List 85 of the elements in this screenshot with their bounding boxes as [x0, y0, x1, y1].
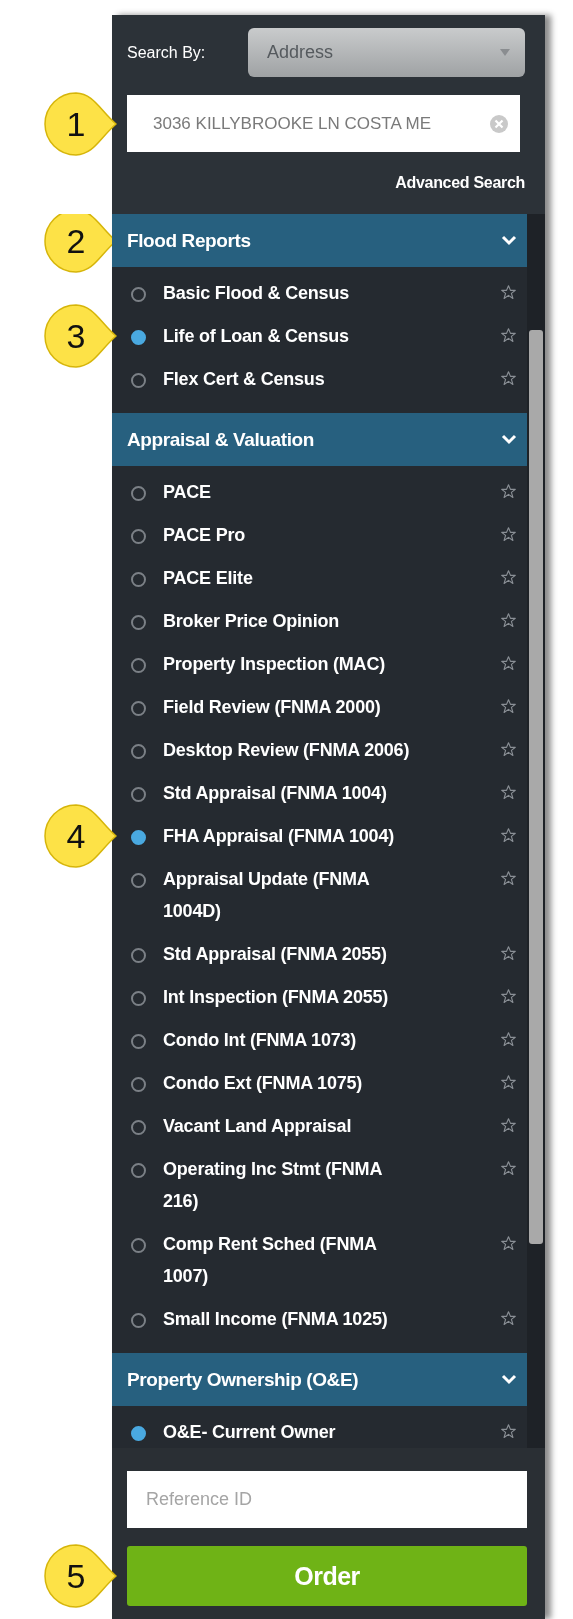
star-icon[interactable]	[500, 869, 517, 887]
product-option-label[interactable]: Condo Int (FNMA 1073)	[163, 1023, 415, 1056]
search-by-label: Search By:	[127, 43, 207, 62]
product-option-label[interactable]: Condo Ext (FNMA 1075)	[163, 1066, 415, 1099]
product-option-label[interactable]: Int Inspection (FNMA 2055)	[163, 980, 415, 1013]
radio-button[interactable]	[131, 743, 146, 759]
star-icon[interactable]	[500, 1309, 517, 1327]
product-option-label[interactable]: Life of Loan & Census	[163, 319, 415, 352]
search-by-dropdown[interactable]: Address	[248, 28, 525, 77]
address-search-field[interactable]: 3036 KILLYBROOKE LN COSTA ME	[127, 95, 520, 152]
star-icon[interactable]	[500, 987, 517, 1005]
radio-button[interactable]	[131, 1119, 146, 1135]
product-option-label[interactable]: Flex Cert & Census	[163, 362, 415, 395]
radio-button[interactable]	[131, 1076, 146, 1092]
star-icon[interactable]	[500, 1159, 517, 1177]
chevron-icon	[501, 235, 517, 246]
radio-button[interactable]	[131, 786, 146, 802]
section-header[interactable]: Flood Reports	[112, 214, 527, 267]
product-option-label[interactable]: Operating Inc Stmt (FNMA 216)	[163, 1152, 415, 1217]
star-icon[interactable]	[500, 525, 517, 543]
product-option-label[interactable]: Small Income (FNMA 1025)	[163, 1302, 415, 1335]
radio-button[interactable]	[131, 990, 146, 1006]
product-option-label[interactable]: Broker Price Opinion	[163, 604, 415, 637]
star-icon[interactable]	[500, 697, 517, 715]
radio-button[interactable]	[131, 1033, 146, 1049]
radio-button[interactable]	[131, 1312, 146, 1328]
product-option-label[interactable]: Field Review (FNMA 2000)	[163, 690, 415, 723]
radio-button[interactable]	[131, 571, 146, 587]
callout-marker: 3	[43, 302, 117, 369]
product-option-label[interactable]: Std Appraisal (FNMA 2055)	[163, 937, 415, 970]
radio-button[interactable]	[131, 372, 146, 388]
chevron-icon	[501, 1374, 517, 1385]
radio-button[interactable]	[131, 657, 146, 673]
radio-button[interactable]	[131, 485, 146, 501]
star-icon[interactable]	[500, 326, 517, 344]
radio-button[interactable]	[131, 528, 146, 544]
star-icon[interactable]	[500, 1234, 517, 1252]
star-icon[interactable]	[500, 740, 517, 758]
product-option-label[interactable]: Std Appraisal (FNMA 1004)	[163, 776, 415, 809]
product-option-label[interactable]: O&E- Current Owner	[163, 1415, 415, 1448]
star-icon[interactable]	[500, 826, 517, 844]
radio-button[interactable]	[131, 872, 146, 888]
callout-marker: 1	[43, 90, 117, 157]
product-option-label[interactable]: Desktop Review (FNMA 2006)	[163, 733, 415, 766]
radio-button[interactable]	[131, 286, 146, 302]
radio-button[interactable]	[131, 829, 146, 845]
star-icon[interactable]	[500, 1422, 517, 1440]
product-option-label[interactable]: PACE Pro	[163, 518, 415, 551]
product-option-label[interactable]: PACE	[163, 475, 415, 508]
product-option-label[interactable]: Appraisal Update (FNMA 1004D)	[163, 862, 415, 927]
advanced-search-link[interactable]: Advanced Search	[395, 174, 525, 214]
radio-button[interactable]	[131, 329, 146, 345]
reference-id-field[interactable]: Reference ID	[127, 1471, 527, 1528]
scrollbar-thumb[interactable]	[529, 330, 543, 1244]
section-header[interactable]: Property Ownership (O&E)	[112, 1353, 527, 1406]
product-option-label[interactable]: Property Inspection (MAC)	[163, 647, 415, 680]
product-option-label[interactable]: Basic Flood & Census	[163, 276, 415, 309]
radio-button[interactable]	[131, 614, 146, 630]
chevron-icon	[501, 434, 517, 445]
product-option-label[interactable]: FHA Appraisal (FNMA 1004)	[163, 819, 415, 852]
radio-button[interactable]	[131, 1162, 146, 1178]
product-option-label[interactable]: Vacant Land Appraisal	[163, 1109, 415, 1142]
address-input[interactable]: 3036 KILLYBROOKE LN COSTA ME	[153, 113, 490, 134]
star-icon[interactable]	[500, 568, 517, 586]
star-icon[interactable]	[500, 1116, 517, 1134]
star-icon[interactable]	[500, 1073, 517, 1091]
star-icon[interactable]	[500, 283, 517, 301]
radio-button[interactable]	[131, 700, 146, 716]
callout-marker: 4	[43, 802, 117, 869]
star-icon[interactable]	[500, 1030, 517, 1048]
product-option-label[interactable]: PACE Elite	[163, 561, 415, 594]
product-option-label[interactable]: Comp Rent Sched (FNMA 1007)	[163, 1227, 415, 1292]
star-icon[interactable]	[500, 369, 517, 387]
scrollbar[interactable]	[527, 214, 545, 1448]
star-icon[interactable]	[500, 611, 517, 629]
caret-icon	[500, 49, 510, 56]
radio-button[interactable]	[131, 1237, 146, 1253]
radio-button[interactable]	[131, 947, 146, 963]
star-icon[interactable]	[500, 654, 517, 672]
star-icon[interactable]	[500, 944, 517, 962]
section-header[interactable]: Appraisal & Valuation	[112, 413, 527, 466]
radio-button[interactable]	[131, 1425, 146, 1441]
star-icon[interactable]	[500, 482, 517, 500]
star-icon[interactable]	[500, 783, 517, 801]
callout-marker: 5	[43, 1543, 117, 1609]
